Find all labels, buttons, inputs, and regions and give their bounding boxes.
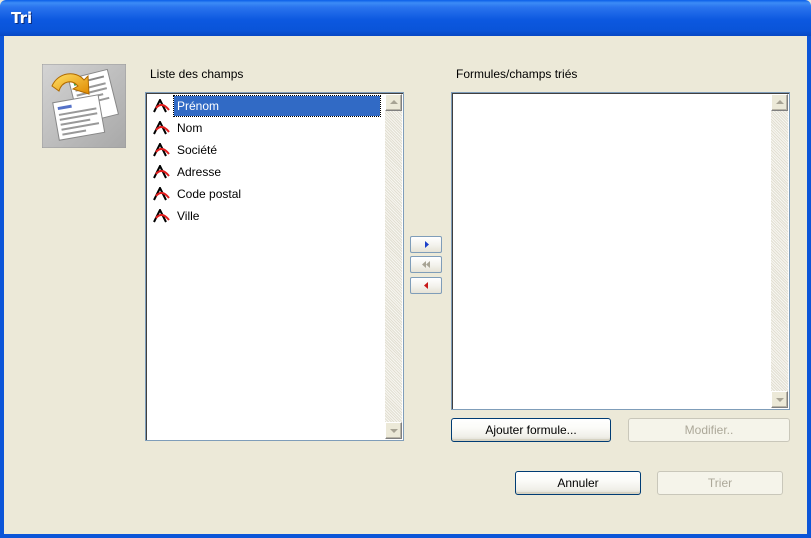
field-item-label: Adresse bbox=[177, 165, 222, 179]
sort-documents-icon bbox=[41, 63, 127, 149]
window-title: Tri bbox=[11, 9, 33, 27]
field-item-code-postal[interactable]: Code postal bbox=[150, 184, 381, 206]
field-item-ville[interactable]: Ville bbox=[150, 206, 381, 228]
window-frame-bottom bbox=[0, 534, 811, 538]
field-item-label: Ville bbox=[177, 209, 200, 223]
field-item-nom[interactable]: Nom bbox=[150, 118, 381, 140]
cancel-button[interactable]: Annuler bbox=[515, 471, 641, 495]
remove-all-button[interactable] bbox=[410, 256, 442, 273]
text-field-icon bbox=[153, 143, 170, 157]
sorted-fields-label: Formules/champs triés bbox=[456, 67, 578, 81]
field-item-label: Prénom bbox=[173, 95, 381, 117]
field-list: Prénom Nom Société Adresse Code postal V… bbox=[150, 95, 381, 228]
text-field-icon bbox=[153, 187, 170, 201]
scroll-up-button[interactable] bbox=[385, 94, 402, 111]
text-field-icon bbox=[153, 165, 170, 179]
field-item-label: Société bbox=[177, 143, 218, 157]
sort-dialog: Tri Liste des champs Formules/champs tri… bbox=[0, 0, 811, 538]
add-formula-button[interactable]: Ajouter formule... bbox=[451, 418, 611, 442]
text-field-icon bbox=[153, 121, 170, 135]
sorted-list-scrollbar[interactable] bbox=[771, 94, 788, 408]
title-bar[interactable]: Tri bbox=[0, 0, 811, 36]
window-frame-left bbox=[0, 36, 4, 538]
text-field-icon bbox=[153, 99, 170, 113]
window-frame-right bbox=[807, 36, 811, 538]
field-item-label: Nom bbox=[177, 121, 203, 135]
arrow-right-icon bbox=[425, 241, 429, 248]
scroll-down-button[interactable] bbox=[385, 422, 402, 439]
field-item-prenom[interactable]: Prénom bbox=[150, 95, 381, 118]
field-item-label: Code postal bbox=[177, 187, 242, 201]
remove-field-button[interactable] bbox=[410, 277, 442, 294]
chevron-up-icon bbox=[390, 100, 398, 104]
double-arrow-left-icon bbox=[422, 261, 430, 268]
chevron-down-icon bbox=[776, 398, 784, 402]
field-list-label: Liste des champs bbox=[150, 67, 244, 81]
sort-button[interactable]: Trier bbox=[657, 471, 783, 495]
modify-button[interactable]: Modifier.. bbox=[628, 418, 790, 442]
field-item-adresse[interactable]: Adresse bbox=[150, 162, 381, 184]
arrow-left-icon bbox=[424, 282, 428, 289]
field-item-societe[interactable]: Société bbox=[150, 140, 381, 162]
field-list-scrollbar[interactable] bbox=[385, 94, 402, 439]
text-field-icon bbox=[153, 209, 170, 223]
sorted-fields-listbox[interactable] bbox=[451, 92, 790, 410]
scroll-up-button[interactable] bbox=[771, 94, 788, 111]
chevron-up-icon bbox=[776, 100, 784, 104]
add-field-button[interactable] bbox=[410, 236, 442, 253]
scroll-down-button[interactable] bbox=[771, 391, 788, 408]
chevron-down-icon bbox=[390, 429, 398, 433]
field-listbox[interactable]: Prénom Nom Société Adresse Code postal V… bbox=[145, 92, 404, 441]
